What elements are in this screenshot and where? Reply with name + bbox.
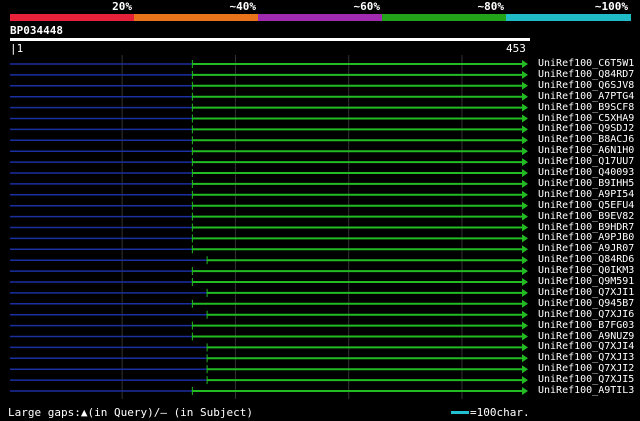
hit-arrow-icon [522,136,528,145]
hit-arrow-icon [522,81,528,90]
scale-legend: =100char. [470,406,530,419]
hit-arrow-icon [522,70,528,79]
hit-name-link[interactable]: UniRef100_A6N1H0 [538,145,634,156]
hit-name-link[interactable]: UniRef100_C6T5W1 [538,58,634,69]
hit-name-link[interactable]: UniRef100_Q7XJI6 [538,309,634,320]
hit-arrow-icon [522,288,528,297]
hit-name-link[interactable]: UniRef100_A9NUZ9 [538,331,634,342]
hit-arrow-icon [522,267,528,276]
hit-arrow-icon [522,103,528,112]
hit-arrow-icon [522,114,528,123]
hit-arrow-icon [522,365,528,374]
hit-arrow-icon [522,387,528,395]
hit-name-link[interactable]: UniRef100_A7PTG4 [538,91,634,102]
hit-arrow-icon [522,234,528,243]
hit-name-link[interactable]: UniRef100_A9JR07 [538,243,634,254]
hit-name-link[interactable]: UniRef100_Q945B7 [538,298,634,309]
hit-name-link[interactable]: UniRef100_Q6SJV8 [538,80,634,91]
hit-arrow-icon [522,256,528,265]
hit-arrow-icon [522,321,528,330]
gaps-legend: Large gaps:▲(in Query)/– (in Subject) [8,406,254,419]
hit-name-link[interactable]: UniRef100_Q40093 [538,167,634,178]
hit-arrow-icon [522,201,528,210]
hit-arrow-icon [522,158,528,167]
hit-arrow-icon [522,310,528,319]
hit-arrow-icon [522,179,528,188]
hit-arrow-icon [522,169,528,177]
hit-name-link[interactable]: UniRef100_B9IHH5 [538,178,634,189]
hit-name-link[interactable]: UniRef100_Q84RD6 [538,254,634,265]
hit-arrow-icon [522,125,528,134]
hit-arrow-icon [522,376,528,385]
hit-name-link[interactable]: UniRef100_Q17UU7 [538,156,634,167]
hit-arrow-icon [522,60,528,68]
hit-arrow-icon [522,354,528,363]
hit-name-link[interactable]: UniRef100_Q0IKM3 [538,265,634,276]
hit-arrow-icon [522,212,528,221]
hit-name-link[interactable]: UniRef100_Q5EFU4 [538,200,634,211]
hit-arrow-icon [522,190,528,199]
scale-bar [451,411,469,414]
hit-arrow-icon [522,147,528,156]
hit-name-link[interactable]: UniRef100_Q7XJI5 [538,374,634,385]
hit-arrow-icon [522,332,528,341]
hit-name-link[interactable]: UniRef100_A9TIL3 [538,385,634,396]
hit-name-link[interactable]: UniRef100_B9SCF8 [538,102,634,113]
hit-arrow-icon [522,278,528,286]
hit-name-link[interactable]: UniRef100_Q84RD7 [538,69,634,80]
hit-arrow-icon [522,343,528,352]
hit-arrow-icon [522,245,528,254]
hit-name-link[interactable]: UniRef100_Q9M591 [538,276,634,287]
hit-name-link[interactable]: UniRef100_B7FG03 [538,320,634,331]
hit-name-link[interactable]: UniRef100_Q7XJI3 [538,352,634,363]
hit-arrow-icon [522,223,528,232]
hit-name-link[interactable]: UniRef100_Q7XJI2 [538,363,634,374]
hit-name-link[interactable]: UniRef100_Q9SDJ2 [538,123,634,134]
hit-name-link[interactable]: UniRef100_C5XHA9 [538,113,634,124]
hit-name-link[interactable]: UniRef100_A9PJB0 [538,232,634,243]
hit-name-link[interactable]: UniRef100_B9HDR7 [538,222,634,233]
hit-arrow-icon [522,92,528,101]
hit-name-link[interactable]: UniRef100_A9PI54 [538,189,634,200]
hit-name-link[interactable]: UniRef100_B8ACJ6 [538,134,634,145]
hit-name-link[interactable]: UniRef100_Q7XJI1 [538,287,634,298]
hit-name-link[interactable]: UniRef100_B9EV82 [538,211,634,222]
hit-arrow-icon [522,299,528,308]
hit-name-link[interactable]: UniRef100_Q7XJI4 [538,341,634,352]
